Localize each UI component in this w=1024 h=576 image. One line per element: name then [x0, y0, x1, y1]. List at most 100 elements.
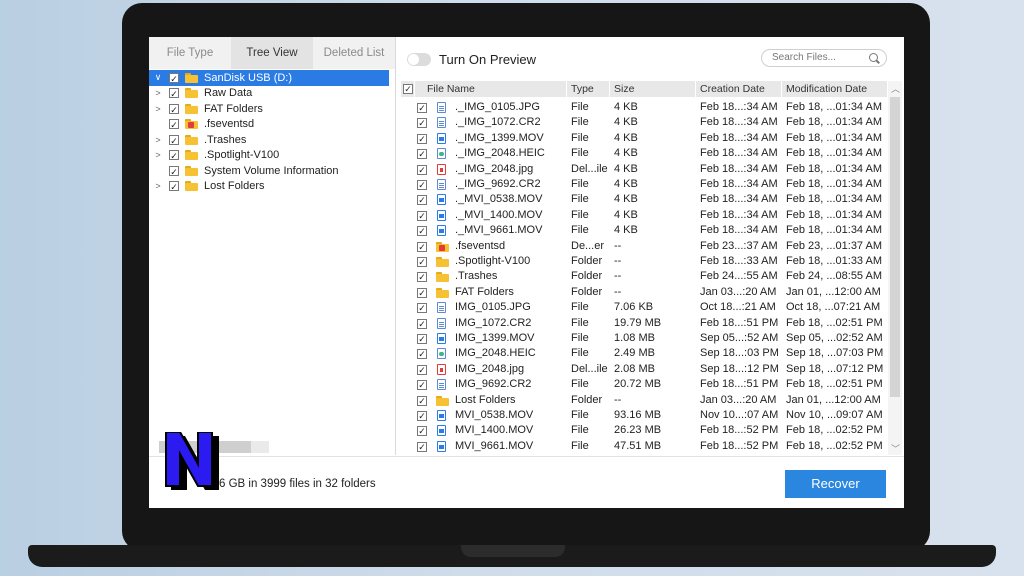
column-type[interactable]: Type	[567, 81, 610, 97]
row-checkbox[interactable]: ✓	[417, 241, 427, 252]
row-checkbox[interactable]: ✓	[417, 133, 427, 144]
file-name-cell: FAT Folders	[455, 285, 514, 298]
scroll-up-icon[interactable]: ︿	[891, 82, 900, 95]
row-checkbox[interactable]: ✓	[417, 118, 427, 129]
column-file-name[interactable]: File Name	[415, 81, 567, 97]
row-checkbox[interactable]: ✓	[417, 180, 427, 190]
row-checkbox[interactable]: ✓	[417, 426, 427, 437]
select-all-column: ✓	[401, 81, 415, 97]
chevron-icon[interactable]: >	[153, 104, 163, 114]
preview-toggle[interactable]	[407, 52, 431, 66]
file-type-cell: File	[571, 347, 589, 360]
file-size-cell: 4 KB	[614, 131, 638, 144]
row-checkbox[interactable]: ✓	[417, 334, 427, 344]
row-checkbox[interactable]: ✓	[417, 441, 427, 452]
table-row[interactable]: ✓ ._MVI_1400.MOV File 4 KB Feb 18...:34 AM Fe…	[401, 208, 888, 224]
file-type-cell: Folder	[571, 393, 603, 406]
row-checkbox[interactable]: ✓	[417, 318, 427, 329]
tree-checkbox[interactable]: ✓	[169, 150, 179, 161]
modification-date-cell: Feb 18, ...01:34 AM	[786, 193, 883, 206]
tree-checkbox[interactable]: ✓	[169, 119, 179, 130]
table-row[interactable]: ✓ .fseventsd De...er -- Feb 23...:37 AM Feb 2…	[401, 239, 888, 255]
row-checkbox[interactable]: ✓	[417, 149, 427, 160]
folder-icon	[436, 257, 449, 267]
scroll-down-icon[interactable]: ﹀	[891, 442, 900, 455]
search-icon[interactable]	[869, 53, 878, 62]
chevron-icon[interactable]: >	[153, 88, 163, 98]
row-checkbox[interactable]: ✓	[417, 164, 427, 175]
table-row[interactable]: ✓ .Trashes Folder -- Feb 24...:55 AM Feb 24, …	[401, 269, 888, 285]
select-all-checkbox[interactable]: ✓	[403, 84, 413, 94]
modification-date-cell: Feb 18, ...01:34 AM	[786, 147, 883, 160]
table-row[interactable]: ✓ ._IMG_1399.MOV File 4 KB Feb 18...:34 AM Fe…	[401, 131, 888, 147]
tree-item[interactable]: > ✓ FAT Folders	[149, 101, 389, 117]
tree-checkbox[interactable]: ✓	[169, 103, 179, 115]
chevron-icon[interactable]: >	[153, 135, 163, 145]
recover-button[interactable]: Recover	[785, 470, 886, 498]
table-row[interactable]: ✓ ._IMG_9692.CR2 File 4 KB Feb 18...:34 AM Fe…	[401, 177, 888, 193]
chevron-icon[interactable]: >	[153, 150, 163, 160]
tree-checkbox[interactable]: ✓	[169, 165, 179, 177]
chevron-icon[interactable]: ∨	[153, 72, 163, 83]
table-row[interactable]: ✓ ._MVI_9661.MOV File 4 KB Feb 18...:34 AM Fe…	[401, 223, 888, 239]
row-checkbox[interactable]: ✓	[417, 103, 427, 113]
row-checkbox[interactable]: ✓	[417, 364, 427, 375]
table-row[interactable]: ✓ FAT Folders Folder -- Jan 03...:20 AM Jan 0…	[401, 285, 888, 301]
row-checkbox[interactable]: ✓	[417, 395, 427, 406]
chevron-icon[interactable]: >	[153, 181, 163, 191]
tab-deleted-list[interactable]: Deleted List	[313, 37, 395, 69]
row-checkbox[interactable]: ✓	[417, 287, 427, 298]
tree-item[interactable]: > ✓ .Trashes	[149, 132, 389, 148]
tree-checkbox[interactable]: ✓	[169, 134, 179, 146]
table-row[interactable]: ✓ MVI_1400.MOV File 26.23 MB Feb 18...:52 PM…	[401, 423, 888, 439]
file-type-cell: File	[571, 116, 589, 129]
tree-checkbox[interactable]: ✓	[169, 88, 179, 99]
file-name-cell: ._IMG_1399.MOV	[455, 131, 544, 144]
table-row[interactable]: ✓ IMG_2048.jpg Del...ile 2.08 MB Sep 18...:1…	[401, 362, 888, 378]
tree-checkbox[interactable]: ✓	[169, 72, 179, 84]
table-row[interactable]: ✓ ._IMG_2048.HEIC File 4 KB Feb 18...:34 AM F…	[401, 146, 888, 162]
table-row[interactable]: ✓ MVI_9661.MOV File 47.51 MB Feb 18...:52 PM…	[401, 439, 888, 455]
table-row[interactable]: ✓ MVI_0538.MOV File 93.16 MB Nov 10...:07 AM…	[401, 408, 888, 424]
tab-file-type[interactable]: File Type	[149, 37, 231, 69]
table-row[interactable]: ✓ ._IMG_0105.JPG File 4 KB Feb 18...:34 AM Fe…	[401, 100, 888, 116]
tab-tree-view[interactable]: Tree View	[231, 37, 313, 69]
table-row[interactable]: ✓ IMG_9692.CR2 File 20.72 MB Feb 18...:51 PM…	[401, 377, 888, 393]
table-row[interactable]: ✓ ._IMG_1072.CR2 File 4 KB Feb 18...:34 AM Fe…	[401, 115, 888, 131]
column-size[interactable]: Size	[610, 81, 696, 97]
table-row[interactable]: ✓ IMG_1399.MOV File 1.08 MB Sep 05...:52 AM S…	[401, 331, 888, 347]
tree-item[interactable]: ✓ System Volume Information	[149, 163, 389, 179]
column-creation-date[interactable]: Creation Date	[696, 81, 782, 97]
modification-date-cell: Sep 05, ...02:52 AM	[786, 332, 883, 344]
file-type-cell: File	[571, 178, 589, 190]
tree-checkbox[interactable]: ✓	[169, 181, 179, 192]
row-checkbox[interactable]: ✓	[417, 226, 427, 237]
tree-item[interactable]: > ✓ Raw Data	[149, 86, 389, 102]
table-row[interactable]: ✓ Lost Folders Folder -- Jan 03...:20 AM Jan …	[401, 393, 888, 409]
table-row[interactable]: ✓ IMG_0105.JPG File 7.06 KB Oct 18...:21 AM O…	[401, 300, 888, 316]
table-row[interactable]: ✓ IMG_2048.HEIC File 2.49 MB Sep 18...:03 PM…	[401, 346, 888, 362]
row-checkbox[interactable]: ✓	[417, 349, 427, 360]
tree-item[interactable]: ✓ .fseventsd	[149, 117, 389, 133]
file-size-cell: 4 KB	[614, 162, 638, 175]
tree-item[interactable]: > ✓ Lost Folders	[149, 179, 389, 195]
row-checkbox[interactable]: ✓	[417, 303, 427, 314]
column-modification-date[interactable]: Modification Date	[782, 81, 888, 97]
row-checkbox[interactable]: ✓	[417, 195, 427, 206]
row-checkbox[interactable]: ✓	[417, 210, 427, 221]
modification-date-cell: Jan 01, ...12:00 AM	[786, 393, 881, 406]
row-checkbox[interactable]: ✓	[417, 257, 427, 267]
table-row[interactable]: ✓ .Spotlight-V100 Folder -- Feb 18...:33 AM F…	[401, 254, 888, 270]
modification-date-cell: Nov 10, ...09:07 AM	[786, 409, 883, 421]
table-row[interactable]: ✓ ._MVI_0538.MOV File 4 KB Feb 18...:34 AM Fe…	[401, 192, 888, 208]
tree-item[interactable]: > ✓ .Spotlight-V100	[149, 148, 389, 164]
vertical-scrollbar-thumb[interactable]	[890, 97, 900, 397]
search-placeholder: Search Files...	[772, 52, 836, 63]
row-checkbox[interactable]: ✓	[417, 411, 427, 421]
table-row[interactable]: ✓ ._IMG_2048.jpg Del...ile 4 KB Feb 18...:34…	[401, 162, 888, 178]
tree-item[interactable]: ∨ ✓ SanDisk USB (D:)	[149, 70, 389, 86]
table-row[interactable]: ✓ IMG_1072.CR2 File 19.79 MB Feb 18...:51 PM…	[401, 316, 888, 332]
search-input[interactable]: Search Files...	[761, 49, 887, 67]
row-checkbox[interactable]: ✓	[417, 380, 427, 391]
row-checkbox[interactable]: ✓	[417, 272, 427, 283]
